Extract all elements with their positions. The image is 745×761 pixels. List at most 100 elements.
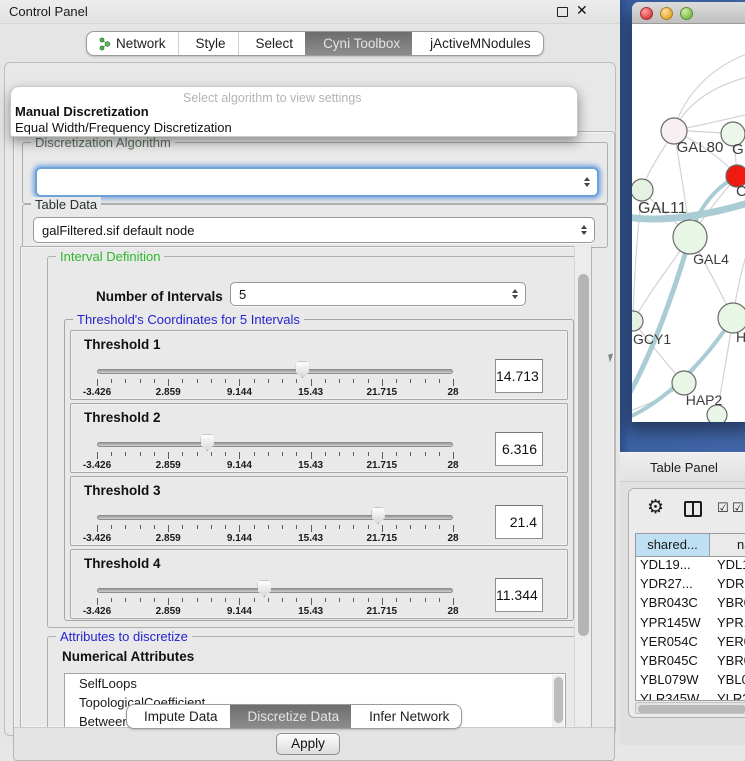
table-row[interactable]: YDL19... YDL19... — [636, 557, 745, 576]
tab-select[interactable]: Select — [238, 32, 306, 55]
table-row[interactable]: YDR27... YDR27... — [636, 576, 745, 595]
cell-name: YBL079W — [710, 672, 745, 691]
cell-shared-name: YLR345W — [636, 691, 710, 701]
threshold-slider[interactable]: -3.4262.8599.14415.4321.71528 — [71, 477, 567, 545]
table-row[interactable]: YBL079W YBL079W — [636, 672, 745, 691]
column-header-name[interactable]: name — [710, 534, 745, 556]
node-label: HAP2 — [686, 392, 723, 408]
slider-track[interactable] — [97, 588, 453, 593]
column-header-shared-name[interactable]: shared... — [636, 534, 710, 556]
tick-mark — [254, 452, 255, 456]
threshold-panel: Threshold 3 -3.4262.8599.14415.4321.7152… — [70, 476, 568, 546]
tick-mark — [268, 452, 269, 456]
slider-track[interactable] — [97, 442, 453, 447]
threshold-value-field[interactable]: 11.344 — [495, 578, 543, 612]
tab-infer-network[interactable]: Infer Network — [351, 705, 461, 728]
tick-label: 21.715 — [367, 460, 398, 471]
number-of-intervals-combobox[interactable]: 5 — [230, 282, 526, 306]
apply-button[interactable]: Apply — [276, 733, 340, 755]
threshold-slider[interactable]: -3.4262.8599.14415.4321.71528 — [71, 550, 567, 618]
threshold-slider[interactable]: -3.4262.8599.14415.4321.71528 — [71, 331, 567, 399]
horizontal-scrollbar[interactable] — [635, 702, 745, 714]
network-canvas[interactable]: GAL80GCGAL11GAL4GCY1HHAP2 — [632, 24, 745, 422]
thresholds-list: Threshold 1 -3.4262.8599.14415.4321.7152… — [70, 330, 568, 622]
node-table[interactable]: shared... name YDL19... YDL19... YDR27..… — [635, 533, 745, 701]
table-row[interactable]: YPR145W YPR145W — [636, 615, 745, 634]
slider-thumb[interactable] — [371, 507, 386, 524]
panel-title: Control Panel — [9, 4, 88, 19]
window-minimize-button[interactable] — [660, 7, 673, 20]
tab-discretize-data[interactable]: Discretize Data — [230, 705, 352, 728]
slider-thumb[interactable] — [295, 361, 310, 378]
tab-jactivemnodules[interactable]: jActiveMNodules — [412, 32, 543, 55]
tick-label: 21.715 — [367, 533, 398, 544]
attribute-item[interactable]: SelfLoops — [65, 674, 565, 693]
close-icon[interactable]: ✕ — [576, 2, 588, 19]
table-row[interactable]: YER054C YER054C — [636, 634, 745, 653]
threshold-value-field[interactable]: 21.4 — [495, 505, 543, 539]
table-row[interactable]: YBR043C YBR043C — [636, 595, 745, 614]
tick-mark — [111, 452, 112, 456]
slider-thumb[interactable] — [257, 580, 272, 597]
split-columns-icon[interactable] — [684, 501, 702, 517]
vertical-scrollbar[interactable] — [574, 246, 591, 728]
table-data-group-title: Table Data — [31, 197, 101, 212]
tick-mark — [382, 379, 383, 386]
node-label: GAL11 — [638, 200, 687, 217]
slider-thumb[interactable] — [200, 434, 215, 451]
tick-mark — [368, 379, 369, 383]
gear-icon[interactable]: ⚙ — [647, 496, 664, 519]
tick-mark — [311, 598, 312, 605]
tick-mark — [368, 598, 369, 602]
window-close-button[interactable] — [640, 7, 653, 20]
threshold-value-field[interactable]: 6.316 — [495, 432, 543, 466]
tick-mark — [97, 452, 98, 459]
cell-name: YDR27... — [710, 576, 745, 595]
tick-mark — [425, 452, 426, 456]
tick-mark — [282, 598, 283, 602]
table-row[interactable]: YLR345W YLR345W — [636, 691, 745, 701]
node-label: G — [732, 141, 744, 158]
slider-track[interactable] — [97, 369, 453, 374]
tick-mark — [125, 379, 126, 383]
threshold-slider[interactable]: -3.4262.8599.14415.4321.71528 — [71, 404, 567, 472]
cell-name: YBR045C — [710, 653, 745, 672]
list-scrollbar[interactable] — [552, 675, 564, 728]
network-node[interactable] — [632, 311, 643, 331]
network-window: GAL80GCGAL11GAL4GCY1HHAP2 — [632, 2, 745, 422]
scrollbar-thumb[interactable] — [638, 705, 745, 713]
tick-mark — [211, 598, 212, 602]
window-zoom-button[interactable] — [680, 7, 693, 20]
tick-mark — [125, 525, 126, 529]
cell-name: YDL19... — [710, 557, 745, 576]
scrollbar-thumb[interactable] — [578, 274, 589, 636]
tab-impute-data[interactable]: Impute Data — [127, 705, 230, 728]
tick-mark — [182, 598, 183, 602]
tick-label: 15.43 — [298, 387, 323, 398]
network-node[interactable] — [632, 179, 653, 201]
threshold-value-field[interactable]: 14.713 — [495, 359, 543, 393]
checkbox-icon[interactable]: ☑ — [732, 500, 744, 516]
slider-track[interactable] — [97, 515, 453, 520]
tick-mark — [311, 525, 312, 532]
dropdown-item[interactable]: Equal Width/Frequency Discretization — [11, 120, 577, 136]
dropdown-item[interactable]: Manual Discretization — [11, 104, 577, 120]
tick-mark — [396, 598, 397, 602]
table-data-combobox[interactable]: galFiltered.sif default node — [33, 217, 595, 243]
network-node[interactable] — [673, 220, 707, 254]
tab-network[interactable]: Network — [87, 32, 178, 55]
algorithm-group: Discretization Algorithm — [22, 142, 608, 204]
tab-style[interactable]: Style — [178, 32, 238, 55]
tick-mark — [339, 598, 340, 602]
algorithm-combobox[interactable] — [35, 167, 599, 197]
table-row[interactable]: YBR045C YBR045C — [636, 653, 745, 672]
tick-mark — [154, 379, 155, 383]
tab-cyni-toolbox[interactable]: Cyni Toolbox — [305, 32, 412, 55]
tick-mark — [410, 379, 411, 383]
checkbox-icon[interactable]: ☑ — [717, 500, 729, 516]
tick-label: 28 — [447, 606, 458, 617]
tick-mark — [211, 379, 212, 383]
tick-label: -3.426 — [83, 460, 111, 471]
float-window-icon[interactable] — [557, 7, 568, 17]
tick-label: -3.426 — [83, 387, 111, 398]
